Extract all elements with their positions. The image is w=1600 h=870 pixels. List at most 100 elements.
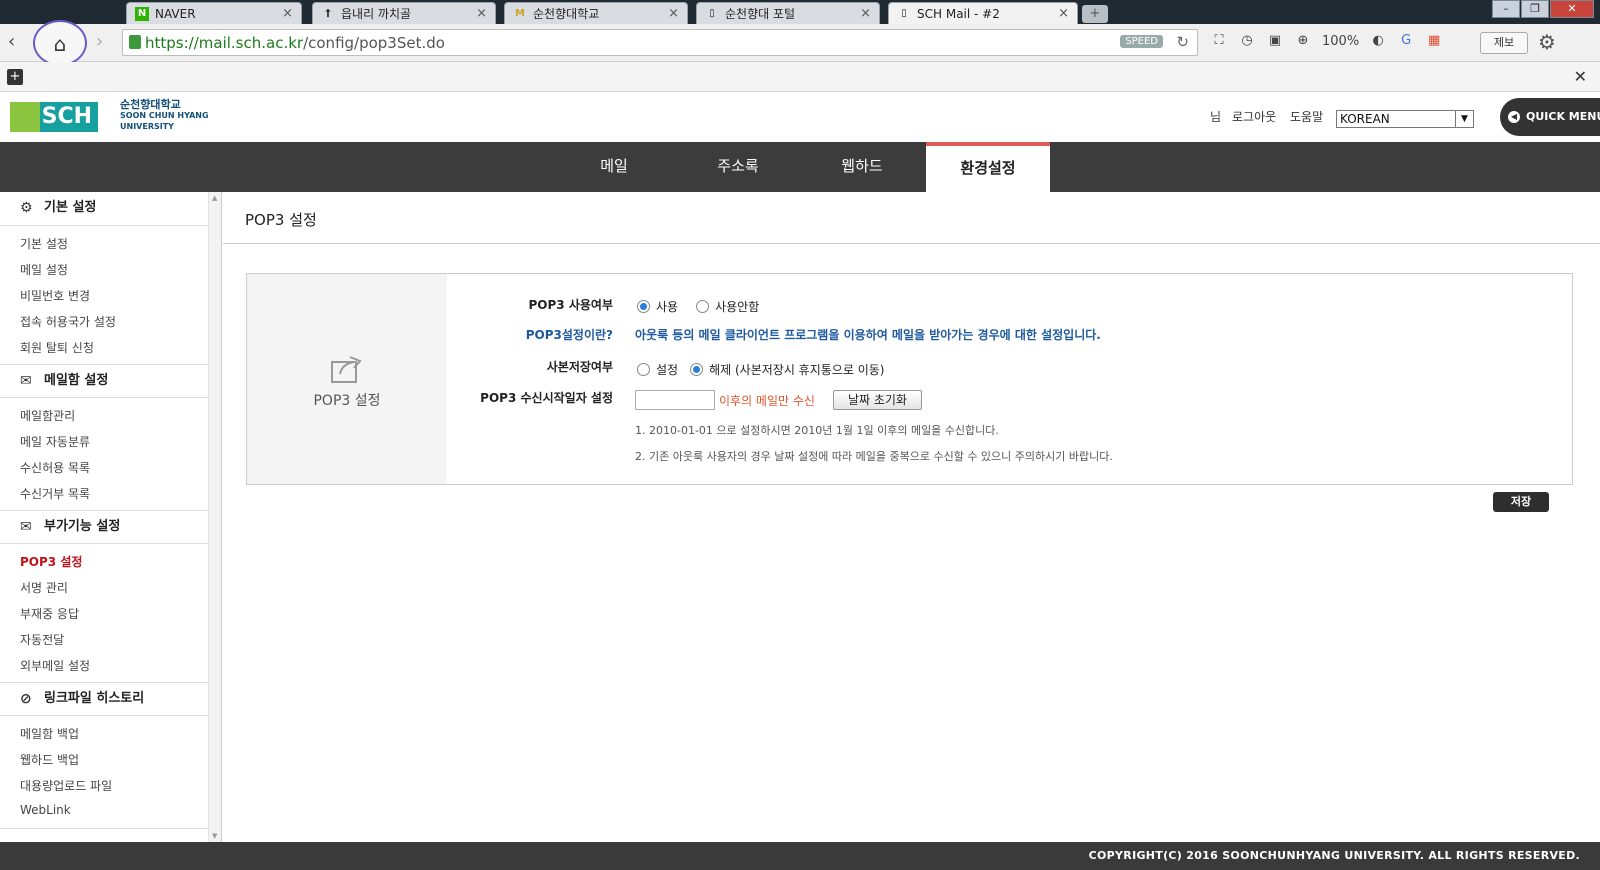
sidebar-item-mailbox-manage[interactable]: 메일함관리 xyxy=(20,407,75,424)
tab-label: 읍내리 까치골 xyxy=(341,7,412,21)
tab-close-icon[interactable]: × xyxy=(668,6,679,21)
tab-sch-mail[interactable]: ▯ SCH Mail - #2 × xyxy=(888,2,1078,24)
history-icon[interactable]: ◷ xyxy=(1238,32,1256,50)
nav-mail[interactable]: 메일 xyxy=(552,142,676,192)
site-icon: † xyxy=(325,7,331,19)
sidebar-group-extras[interactable]: ✉ 부가기능 설정 xyxy=(0,510,208,544)
help-link[interactable]: 도움말 xyxy=(1290,108,1323,125)
url-text[interactable]: https://mail.sch.ac.kr/config/pop3Set.do xyxy=(145,34,445,52)
tab-close-icon[interactable]: × xyxy=(860,6,871,21)
mouse-gesture-icon[interactable]: ◐ xyxy=(1369,32,1387,50)
zoom-level[interactable]: 100% xyxy=(1322,34,1359,49)
pop3-use-off-radio[interactable] xyxy=(696,300,710,313)
copy-save-off-radio[interactable] xyxy=(690,363,704,376)
sidebar-item-pop3[interactable]: POP3 설정 xyxy=(20,553,82,570)
note-1: 1. 2010-01-01 으로 설정하시면 2010년 1월 1일 이후의 메… xyxy=(635,424,999,437)
sidebar-item-mailbox-backup[interactable]: 메일함 백업 xyxy=(20,725,79,742)
close-bar-icon[interactable]: ✕ xyxy=(1574,67,1587,86)
naver-icon: N xyxy=(135,6,149,21)
settings-sidebar: ⚙ 기본 설정 기본 설정 메일 설정 비밀번호 변경 접속 허용국가 설정 회… xyxy=(0,192,208,842)
nav-addressbook[interactable]: 주소록 xyxy=(676,142,800,192)
speed-badge[interactable]: SPEED xyxy=(1120,35,1163,48)
page-title: POP3 설정 xyxy=(245,211,317,229)
sidebar-group-title: 기본 설정 xyxy=(44,200,97,215)
chevron-left-icon: ◀ xyxy=(1508,111,1520,123)
back-icon[interactable]: ‹ xyxy=(8,31,15,52)
sidebar-item-weblink[interactable]: WebLink xyxy=(20,803,71,817)
copy-save-on-label[interactable]: 설정 xyxy=(656,361,678,378)
sidebar-item-auto-reply[interactable]: 부재중 응답 xyxy=(20,605,79,622)
nav-settings[interactable]: 환경설정 xyxy=(926,142,1050,192)
sidebar-group-title: 메일함 설정 xyxy=(44,373,109,388)
pop3-use-on-label[interactable]: 사용 xyxy=(656,298,678,315)
sidebar-group-basic[interactable]: ⚙ 기본 설정 xyxy=(0,192,208,226)
sidebar-item-allowed-countries[interactable]: 접속 허용국가 설정 xyxy=(20,313,116,330)
site-header: SCH 순천향대학교 SOON CHUN HYANG UNIVERSITY 님 … xyxy=(0,92,1600,142)
sidebar-item-allow-list[interactable]: 수신허용 목록 xyxy=(20,459,90,476)
sidebar-item-basic-settings[interactable]: 기본 설정 xyxy=(20,235,68,252)
save-button[interactable]: 저장 xyxy=(1493,492,1549,512)
forward-icon[interactable]: › xyxy=(96,31,103,52)
apps-grid-icon[interactable]: ▦ xyxy=(1425,32,1443,50)
start-date-label: POP3 수신시작일자 설정 xyxy=(480,391,613,405)
sidebar-group-mailbox[interactable]: ✉ 메일함 설정 xyxy=(0,364,208,398)
pop3-use-options: 사용 사용안함 xyxy=(637,298,759,315)
sidebar-item-block-list[interactable]: 수신거부 목록 xyxy=(20,485,90,502)
add-bookmark-icon[interactable]: + xyxy=(7,69,23,85)
new-tab-button[interactable]: + xyxy=(1082,5,1108,23)
minimize-icon[interactable]: – xyxy=(1492,0,1520,18)
sidebar-item-large-upload[interactable]: 대용량업로드 파일 xyxy=(20,777,112,794)
lock-icon xyxy=(129,35,141,49)
tab-label: SCH Mail - #2 xyxy=(917,6,1000,21)
report-button[interactable]: 제보 xyxy=(1480,32,1528,54)
footer-copyright: COPYRIGHT(C) 2016 SOONCHUNHYANG UNIVERSI… xyxy=(0,842,1600,870)
logout-link[interactable]: 로그아웃 xyxy=(1232,108,1276,125)
copy-save-on-radio[interactable] xyxy=(637,363,650,376)
capture-icon[interactable]: ⛶ xyxy=(1210,32,1228,50)
language-select[interactable]: KOREAN ▼ xyxy=(1336,110,1474,128)
bookmark-icon[interactable]: ▣ xyxy=(1266,32,1284,50)
tab-close-icon[interactable]: × xyxy=(1058,6,1069,21)
reload-icon[interactable]: ↻ xyxy=(1176,33,1189,51)
nav-webhard[interactable]: 웹하드 xyxy=(800,142,924,192)
scroll-up-icon[interactable]: ▲ xyxy=(212,194,217,202)
sidebar-item-forwarding[interactable]: 자동전달 xyxy=(20,631,64,648)
start-date-input[interactable] xyxy=(635,390,715,410)
site-icon: M xyxy=(515,7,525,19)
toolbar-icons: ⛶ ◷ ▣ ⊕ 100% ◐ G ▦ xyxy=(1210,32,1443,50)
tab-sch-univ[interactable]: M 순천향대학교 × xyxy=(504,2,688,24)
settings-gear-icon[interactable]: ⚙ xyxy=(1538,30,1556,54)
tab-close-icon[interactable]: × xyxy=(282,6,293,21)
logo-text[interactable]: 순천향대학교 SOON CHUN HYANG UNIVERSITY xyxy=(120,99,209,132)
bookmark-bar: + ✕ xyxy=(0,62,1600,92)
quick-menu-button[interactable]: ◀ QUICK MENU xyxy=(1500,98,1600,136)
tab-close-icon[interactable]: × xyxy=(476,6,487,21)
copy-save-off-label[interactable]: 해제 (사본저장시 휴지통으로 이동) xyxy=(709,361,884,378)
pop3-use-on-radio[interactable] xyxy=(637,300,650,313)
scroll-down-icon[interactable]: ▼ xyxy=(212,832,217,840)
address-bar[interactable]: https://mail.sch.ac.kr/config/pop3Set.do… xyxy=(122,29,1198,56)
tab-sch-portal[interactable]: ▯ 순천향대 포털 × xyxy=(696,2,880,24)
home-icon[interactable]: ⌂ xyxy=(33,20,87,66)
tab-kkachigol[interactable]: † 읍내리 까치골 × xyxy=(312,2,496,24)
start-date-suffix: 이후의 메일만 수신 xyxy=(719,393,815,408)
browser-tab-bar: N NAVER × † 읍내리 까치골 × M 순천향대학교 × ▯ 순천향대 … xyxy=(0,0,1600,24)
logo-mark[interactable]: SCH xyxy=(10,102,98,132)
close-icon[interactable]: ✕ xyxy=(1550,0,1594,18)
sidebar-item-signature[interactable]: 서명 관리 xyxy=(20,579,68,596)
sidebar-item-auto-sort[interactable]: 메일 자동분류 xyxy=(20,433,90,450)
sidebar-item-mail-settings[interactable]: 메일 설정 xyxy=(20,261,68,278)
sidebar-item-password[interactable]: 비밀번호 변경 xyxy=(20,287,90,304)
date-reset-button[interactable]: 날짜 초기화 xyxy=(832,390,922,410)
pop3-use-off-label[interactable]: 사용안함 xyxy=(715,298,759,315)
tab-naver[interactable]: N NAVER × xyxy=(126,2,302,24)
maximize-icon[interactable]: ❐ xyxy=(1521,0,1549,18)
sidebar-item-withdraw[interactable]: 회원 탈퇴 신청 xyxy=(20,339,94,356)
sidebar-scrollbar[interactable]: ▲ ▼ xyxy=(208,192,222,842)
translate-icon[interactable]: G xyxy=(1397,32,1415,50)
zoom-icon[interactable]: ⊕ xyxy=(1294,32,1312,50)
sidebar-item-external-mail[interactable]: 외부메일 설정 xyxy=(20,657,90,674)
sidebar-group-link-history[interactable]: ⊘ 링크파일 히스토리 xyxy=(0,682,208,716)
sidebar-item-webhard-backup[interactable]: 웹하드 백업 xyxy=(20,751,79,768)
logo-english-1: SOON CHUN HYANG xyxy=(120,111,209,120)
